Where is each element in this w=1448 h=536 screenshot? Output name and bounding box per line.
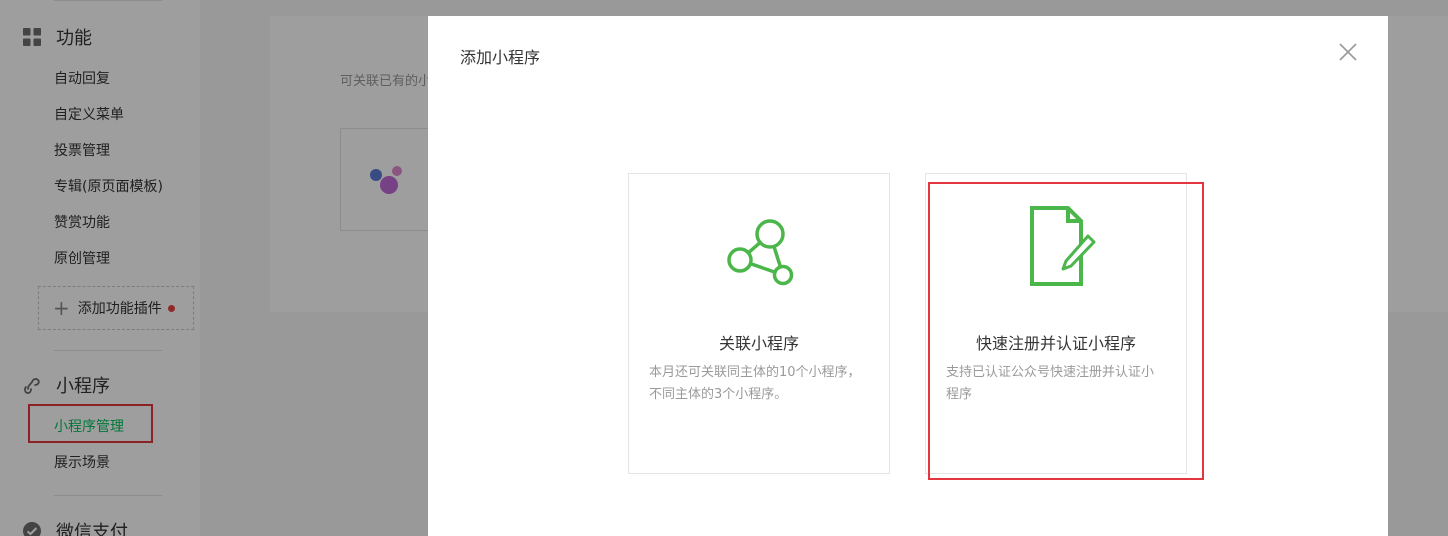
link-miniprogram-option[interactable]: 关联小程序 本月还可关联同主体的10个小程序，不同主体的3个小程序。 [628, 173, 890, 474]
dialog-title: 添加小程序 [460, 48, 541, 67]
link-graph-icon [629, 202, 889, 292]
option-title: 关联小程序 [718, 334, 799, 353]
close-icon[interactable] [1338, 42, 1358, 62]
add-miniprogram-dialog: 添加小程序 关联小程序 本月还可关联同主体的10个小程序，不同主体的3个小程序。 [428, 16, 1388, 536]
option-description: 本月还可关联同主体的10个小程序，不同主体的3个小程序。 [649, 365, 861, 402]
highlight-box [928, 182, 1204, 480]
